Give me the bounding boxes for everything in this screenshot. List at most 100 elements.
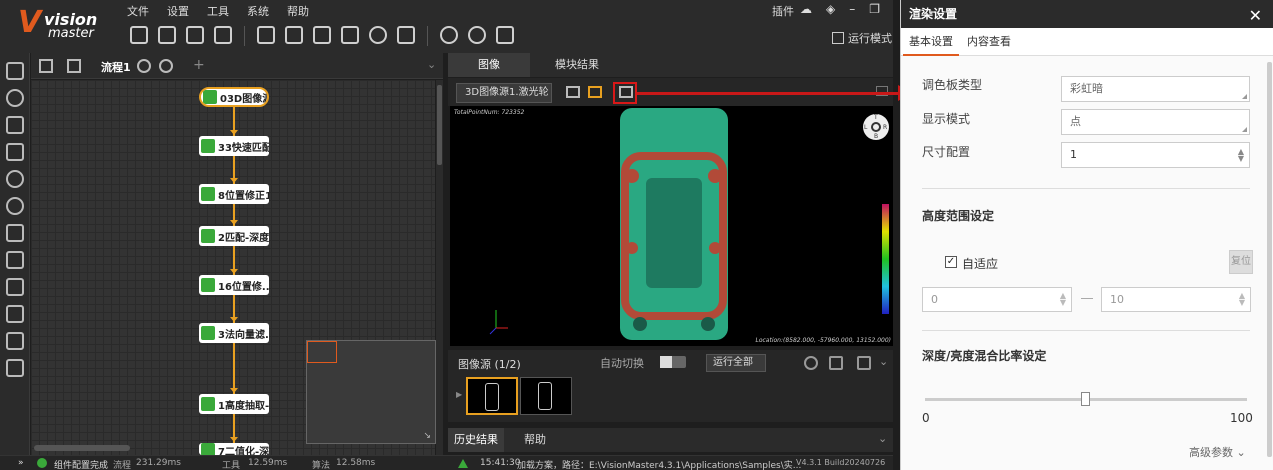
thumb-prev-icon[interactable]: ▶: [456, 390, 462, 399]
plugin-menu[interactable]: 插件: [772, 3, 794, 19]
palette-select[interactable]: 彩虹暗: [1061, 76, 1250, 102]
color-process-icon[interactable]: [5, 305, 24, 323]
script-icon[interactable]: [397, 26, 415, 44]
flow-scrollbar[interactable]: [436, 80, 443, 455]
auto-switch-toggle[interactable]: [660, 356, 686, 368]
camera-icon[interactable]: [257, 26, 275, 44]
menu-file[interactable]: 文件: [127, 3, 149, 19]
logic-icon[interactable]: [5, 251, 24, 269]
flow-scroll-thumb[interactable]: [437, 85, 442, 165]
flow-node[interactable]: 33快速匹配1: [199, 136, 269, 156]
deep-learning-icon[interactable]: [5, 332, 24, 350]
flow-node[interactable]: 2匹配-深度...: [199, 226, 269, 246]
range-max-stepper[interactable]: 10 ▲ ▼: [1101, 287, 1251, 312]
blend-ratio-knob[interactable]: [1081, 392, 1090, 406]
flow-node[interactable]: 3法向量滤...: [199, 323, 269, 343]
reset-button[interactable]: 复位: [1229, 250, 1253, 274]
spin-arrows-icon[interactable]: ▲ ▼: [1060, 292, 1066, 307]
skin-icon[interactable]: ◈: [826, 2, 835, 16]
tab-help[interactable]: 帮助: [510, 428, 560, 452]
flow-hscroll-thumb[interactable]: [34, 445, 130, 451]
tab-module-result[interactable]: 模块结果: [538, 53, 616, 77]
flow-node[interactable]: 16位置修...: [199, 275, 269, 295]
recognize-icon[interactable]: [5, 143, 24, 161]
spin-arrows-icon[interactable]: ▲ ▼: [1239, 292, 1245, 307]
run-loop-icon[interactable]: [468, 26, 486, 44]
view-compass[interactable]: T L R B: [863, 114, 889, 140]
communication-icon[interactable]: [341, 26, 359, 44]
close-icon[interactable]: ✕: [1249, 2, 1262, 30]
run-once-icon[interactable]: [440, 26, 458, 44]
run-mode-button[interactable]: 运行模式: [832, 30, 892, 46]
tool-time-label: 工具: [222, 461, 241, 470]
tab-content-view[interactable]: 内容查看: [961, 28, 1017, 56]
locate-icon[interactable]: [5, 89, 24, 107]
minimap-viewport[interactable]: [307, 341, 337, 363]
dialog-scrollbar[interactable]: [1267, 62, 1272, 457]
add-icon[interactable]: [804, 356, 818, 370]
image-source-select[interactable]: 3D图像源1.激光轮: [456, 83, 552, 103]
tab-image[interactable]: 图像: [448, 53, 530, 77]
image-thumbnail[interactable]: [466, 377, 518, 415]
3d-image-viewport[interactable]: TotalPointNum: 723352 T L R B Location:(…: [450, 106, 893, 346]
save-icon[interactable]: [130, 26, 148, 44]
dropdown-corner-icon: [1242, 127, 1247, 132]
display-mode-select[interactable]: 点: [1061, 109, 1250, 135]
fit-view-icon[interactable]: [566, 86, 580, 98]
delete-icon[interactable]: [857, 356, 871, 370]
resize-icon[interactable]: ↘: [423, 431, 431, 441]
chevron-down-icon[interactable]: ⌄: [878, 432, 887, 445]
adaptive-checkbox[interactable]: ✓: [945, 256, 957, 268]
tab-basic-settings[interactable]: 基本设置: [903, 28, 959, 56]
image-capture-icon[interactable]: [5, 62, 24, 80]
run-flow-icon[interactable]: [137, 59, 151, 73]
flow-minimap[interactable]: ↘: [306, 340, 436, 444]
open-folder-icon[interactable]: [158, 26, 176, 44]
export-icon[interactable]: [214, 26, 232, 44]
blend-ratio-title: 深度/亮度混合比率设定: [922, 349, 1047, 363]
import-icon[interactable]: [186, 26, 204, 44]
advanced-params-toggle[interactable]: 高级参数 ⌄: [1189, 444, 1246, 460]
maximize-icon[interactable]: ❐: [869, 2, 880, 16]
controller-icon[interactable]: [285, 26, 303, 44]
spin-arrows-icon[interactable]: ▲ ▼: [1238, 148, 1244, 163]
calibrate-icon[interactable]: [5, 170, 24, 188]
run-all-select[interactable]: 运行全部: [706, 354, 766, 372]
title-bar: V vision master 文件 设置 工具 系统 帮助 插件 ☁ ◈ – …: [0, 0, 893, 53]
global-trigger-icon[interactable]: [369, 26, 387, 44]
menu-help[interactable]: 帮助: [287, 3, 309, 19]
add-folder-icon[interactable]: [829, 356, 843, 370]
wrench-icon[interactable]: [67, 59, 81, 73]
hierarchy-icon[interactable]: [39, 59, 53, 73]
menu-tools[interactable]: 工具: [207, 3, 229, 19]
edit-icon[interactable]: [496, 26, 514, 44]
image-process-icon[interactable]: [5, 278, 24, 296]
axis-z: [489, 327, 497, 335]
minimize-icon[interactable]: –: [849, 2, 855, 16]
chevron-down-icon[interactable]: ⌄: [879, 355, 888, 368]
range-min-stepper[interactable]: 0 ▲ ▼: [922, 287, 1072, 312]
measure-icon[interactable]: [5, 116, 24, 134]
loop-flow-icon[interactable]: [159, 59, 173, 73]
expand-icon[interactable]: »: [18, 458, 24, 468]
flow-node[interactable]: 03D图像源1: [199, 87, 269, 107]
status-ok-icon: [37, 458, 47, 468]
defect-icon[interactable]: [5, 224, 24, 242]
add-flow-icon[interactable]: +: [193, 57, 205, 73]
tab-history[interactable]: 历史结果: [448, 428, 504, 452]
chevron-down-icon[interactable]: ⌄: [427, 58, 436, 71]
var-icon[interactable]: [313, 26, 331, 44]
flow-node[interactable]: 7二值化-深...: [199, 443, 269, 455]
flow-tab-title[interactable]: 流程1: [101, 59, 131, 75]
cloud-icon[interactable]: ☁: [800, 2, 812, 16]
menu-settings[interactable]: 设置: [167, 3, 189, 19]
image-thumbnail[interactable]: [520, 377, 572, 415]
size-config-stepper[interactable]: 1 ▲ ▼: [1061, 142, 1250, 168]
menu-system[interactable]: 系统: [247, 3, 269, 19]
flow-node[interactable]: 8位置修正1: [199, 184, 269, 204]
flow-node[interactable]: 1高度抽取-...: [199, 394, 269, 414]
alignment-icon[interactable]: [5, 197, 24, 215]
3d-icon[interactable]: [5, 359, 24, 377]
logo-v: V: [18, 5, 42, 40]
grid-view-icon[interactable]: [588, 86, 602, 98]
